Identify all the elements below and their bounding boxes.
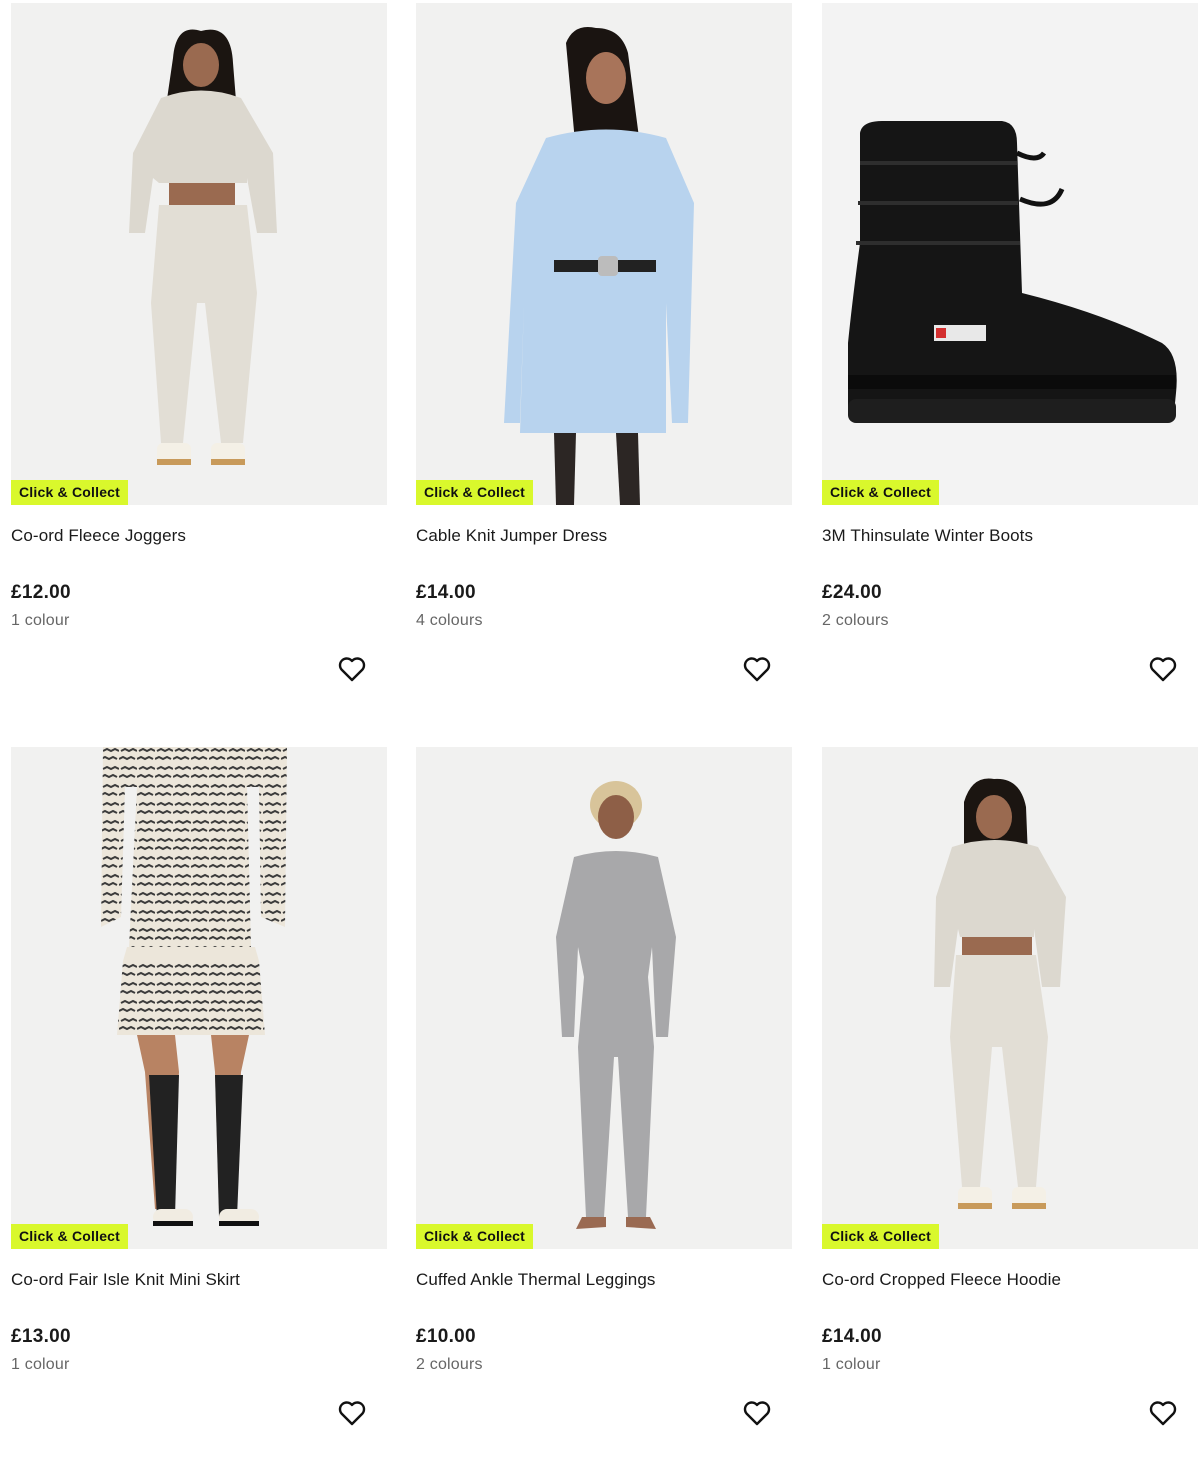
heart-outline-icon[interactable] [741,1397,773,1429]
heart-outline-icon[interactable] [336,653,368,685]
product-image[interactable]: Click & Collect [822,747,1198,1249]
product-title[interactable]: 3M Thinsulate Winter Boots [822,526,1033,546]
product-colour-count: 2 colours [822,612,889,629]
product-price: £13.00 [11,1326,71,1347]
heart-outline-icon[interactable] [1147,653,1179,685]
heart-outline-icon[interactable] [336,1397,368,1429]
product-colour-count: 1 colour [822,1356,881,1373]
product-card[interactable]: Click & Collect Co-ord Fair Isle Knit Mi… [11,747,387,1459]
product-card[interactable]: Click & Collect Co-ord Fleece Joggers £1… [11,3,387,715]
product-card[interactable]: Click & Collect 3M Thinsulate Winter Boo… [822,3,1198,715]
product-price: £14.00 [822,1326,882,1347]
click-and-collect-badge: Click & Collect [416,480,534,505]
product-photo-fair-isle-skirt [11,747,387,1249]
product-title[interactable]: Co-ord Cropped Fleece Hoodie [822,1270,1061,1290]
product-title[interactable]: Co-ord Fair Isle Knit Mini Skirt [11,1270,240,1290]
product-grid: Click & Collect Co-ord Fleece Joggers £1… [0,0,1200,1432]
heart-outline-icon[interactable] [741,653,773,685]
product-photo-joggers [11,3,387,505]
click-and-collect-badge: Click & Collect [416,1224,534,1249]
product-photo-winter-boot [822,3,1198,505]
product-card[interactable]: Click & Collect Co-ord Cropped Fleece Ho… [822,747,1198,1459]
product-image[interactable]: Click & Collect [11,747,387,1249]
click-and-collect-badge: Click & Collect [822,1224,940,1249]
click-and-collect-badge: Click & Collect [822,480,940,505]
product-photo-cropped-hoodie [822,747,1198,1249]
product-title[interactable]: Cuffed Ankle Thermal Leggings [416,1270,655,1290]
product-colour-count: 4 colours [416,612,483,629]
product-title[interactable]: Cable Knit Jumper Dress [416,526,607,546]
product-price: £12.00 [11,582,71,603]
product-card[interactable]: Click & Collect Cable Knit Jumper Dress … [416,3,792,715]
product-image[interactable]: Click & Collect [416,3,792,505]
product-image[interactable]: Click & Collect [11,3,387,505]
product-card[interactable]: Click & Collect Cuffed Ankle Thermal Leg… [416,747,792,1459]
product-title[interactable]: Co-ord Fleece Joggers [11,526,186,546]
click-and-collect-badge: Click & Collect [11,480,129,505]
heart-outline-icon[interactable] [1147,1397,1179,1429]
product-photo-thermal-leggings [416,747,792,1249]
product-colour-count: 2 colours [416,1356,483,1373]
product-colour-count: 1 colour [11,612,70,629]
product-image[interactable]: Click & Collect [822,3,1198,505]
product-photo-knit-dress [416,3,792,505]
product-colour-count: 1 colour [11,1356,70,1373]
product-price: £10.00 [416,1326,476,1347]
product-price: £14.00 [416,582,476,603]
product-price: £24.00 [822,582,882,603]
click-and-collect-badge: Click & Collect [11,1224,129,1249]
product-image[interactable]: Click & Collect [416,747,792,1249]
